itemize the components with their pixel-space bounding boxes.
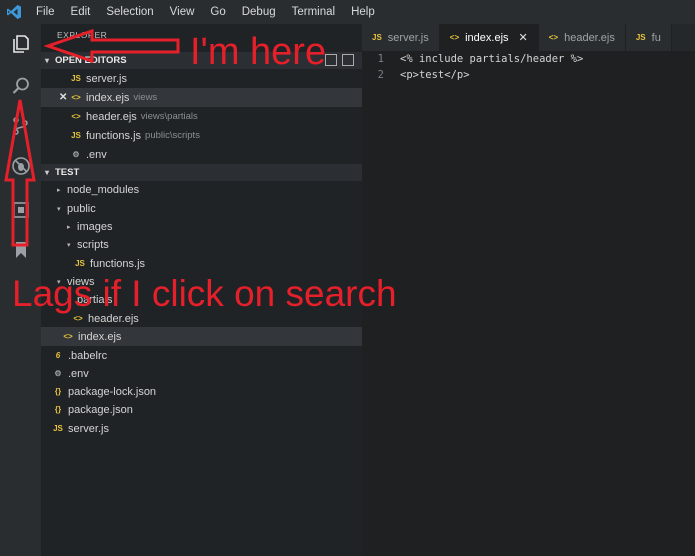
tree-item-label: server.js xyxy=(68,422,109,435)
js-file-icon: JS xyxy=(372,33,382,42)
tree-item[interactable]: ▸ node_modules xyxy=(41,180,362,199)
chevron-down-icon: ▾ xyxy=(57,205,61,213)
js-file-icon: JS xyxy=(635,33,646,42)
menu-terminal[interactable]: Terminal xyxy=(284,0,343,24)
code-line: 1 <% include partials/header %> xyxy=(362,51,584,67)
tree-item[interactable]: {} package.json xyxy=(41,400,362,419)
tree-item[interactable]: JS server.js xyxy=(41,419,362,438)
open-editor-name: header.ejs xyxy=(86,110,137,123)
open-editors-actions xyxy=(325,54,354,66)
explorer-icon[interactable] xyxy=(0,24,41,64)
chevron-down-icon: ▾ xyxy=(67,241,71,249)
vscode-logo-icon xyxy=(0,0,28,24)
save-all-icon[interactable] xyxy=(325,54,337,66)
menu-view[interactable]: View xyxy=(162,0,203,24)
search-icon[interactable] xyxy=(0,66,41,106)
tree-item-label: package-lock.json xyxy=(68,385,157,398)
open-editor-path: views\partials xyxy=(140,111,198,122)
tree-item[interactable]: ▾ public xyxy=(41,199,362,218)
source-control-icon[interactable] xyxy=(0,106,41,146)
menu-go[interactable]: Go xyxy=(202,0,233,24)
extensions-icon[interactable] xyxy=(0,190,41,230)
open-editor-item[interactable]: ⚙ .env xyxy=(41,145,362,164)
close-icon[interactable]: ✕ xyxy=(59,92,69,103)
tree-item[interactable]: ▾ scripts xyxy=(41,235,362,254)
tab-functions-js[interactable]: JS fu xyxy=(625,24,672,51)
open-editor-item[interactable]: ✕ <> index.ejs views xyxy=(41,88,362,107)
tree-item-label: functions.js xyxy=(90,257,146,270)
open-editor-path: public\scripts xyxy=(145,130,200,141)
debug-icon[interactable] xyxy=(0,146,41,186)
open-editor-name: functions.js xyxy=(86,129,142,142)
babel-file-icon: 6 xyxy=(55,351,61,360)
tab-index-ejs[interactable]: <> index.ejs ✕ xyxy=(439,24,539,51)
open-editor-name: index.ejs xyxy=(86,91,130,104)
menu-debug[interactable]: Debug xyxy=(234,0,284,24)
tree-item[interactable]: <> index.ejs xyxy=(41,327,362,346)
open-editor-path: views xyxy=(133,92,158,103)
ejs-file-icon: <> xyxy=(63,332,73,341)
tree-item[interactable]: ⚙ .env xyxy=(41,364,362,383)
js-file-icon: JS xyxy=(75,259,85,268)
gear-icon: ⚙ xyxy=(54,369,62,378)
open-editor-name: .env xyxy=(86,148,107,161)
code-line: 2 <p>test</p> xyxy=(362,67,470,83)
js-file-icon: JS xyxy=(71,74,81,83)
json-file-icon: {} xyxy=(54,387,62,396)
line-number: 2 xyxy=(377,69,384,81)
gear-icon: ⚙ xyxy=(72,150,80,159)
project-label: TEST xyxy=(55,167,80,178)
chevron-down-icon: ▾ xyxy=(45,56,50,65)
tree-item-label: public xyxy=(67,202,96,215)
open-editor-name: server.js xyxy=(86,72,127,85)
code-text: <p>test</p> xyxy=(400,69,470,81)
tree-item-label: node_modules xyxy=(67,183,140,196)
line-number: 1 xyxy=(377,53,384,65)
menu-help[interactable]: Help xyxy=(343,0,383,24)
tree-item-label: index.ejs xyxy=(78,330,122,343)
open-editors-label: OPEN EDITORS xyxy=(55,55,127,66)
ejs-file-icon: <> xyxy=(548,33,559,42)
tab-label: header.ejs xyxy=(564,31,615,44)
tree-item-label: images xyxy=(77,220,113,233)
ejs-file-icon: <> xyxy=(71,93,81,102)
ejs-file-icon: <> xyxy=(449,33,460,42)
tab-server-js[interactable]: JS server.js xyxy=(362,24,440,51)
open-editor-item[interactable]: <> header.ejs views\partials xyxy=(41,107,362,126)
tree-item[interactable]: 6 .babelrc xyxy=(41,346,362,365)
menu-file[interactable]: File xyxy=(28,0,63,24)
tree-item[interactable]: ▸ images xyxy=(41,217,362,236)
js-file-icon: JS xyxy=(71,131,81,140)
chevron-right-icon: ▸ xyxy=(57,186,61,194)
tree-item-label: scripts xyxy=(77,238,109,251)
menu-selection[interactable]: Selection xyxy=(98,0,161,24)
tab-label: index.ejs xyxy=(465,31,509,44)
tab-label: server.js xyxy=(387,31,429,44)
tree-item[interactable]: {} package-lock.json xyxy=(41,382,362,401)
chevron-right-icon: ▸ xyxy=(67,223,71,231)
annotation-here-text: I'm here xyxy=(190,31,327,73)
bookmark-icon[interactable] xyxy=(0,230,41,270)
close-icon[interactable]: ✕ xyxy=(519,31,528,44)
title-bar: File Edit Selection View Go Debug Termin… xyxy=(0,0,695,24)
editor-tab-bar: JS server.js <> index.ejs ✕ <> header.ej… xyxy=(362,24,695,51)
project-header[interactable]: ▾ TEST xyxy=(41,164,362,181)
code-editor[interactable]: 1 <% include partials/header %> 2 <p>tes… xyxy=(362,51,695,556)
chevron-down-icon: ▾ xyxy=(45,168,50,177)
json-file-icon: {} xyxy=(54,405,62,414)
tab-label: fu xyxy=(651,31,661,44)
tree-item[interactable]: JS functions.js xyxy=(41,254,362,273)
code-text: <% include partials/header %> xyxy=(400,53,584,65)
explorer-title: EXPLORER xyxy=(57,30,108,40)
tree-item-label: package.json xyxy=(68,403,133,416)
tree-item-label: .env xyxy=(68,367,89,380)
tab-header-ejs[interactable]: <> header.ejs xyxy=(538,24,626,51)
open-editor-item[interactable]: JS functions.js public\scripts xyxy=(41,126,362,145)
menu-edit[interactable]: Edit xyxy=(63,0,99,24)
tree-item-label: .babelrc xyxy=(68,349,108,362)
ejs-file-icon: <> xyxy=(71,112,81,121)
close-all-icon[interactable] xyxy=(342,54,354,66)
js-file-icon: JS xyxy=(53,424,63,433)
annotation-lags-text: Lags if I click on search xyxy=(12,273,397,314)
